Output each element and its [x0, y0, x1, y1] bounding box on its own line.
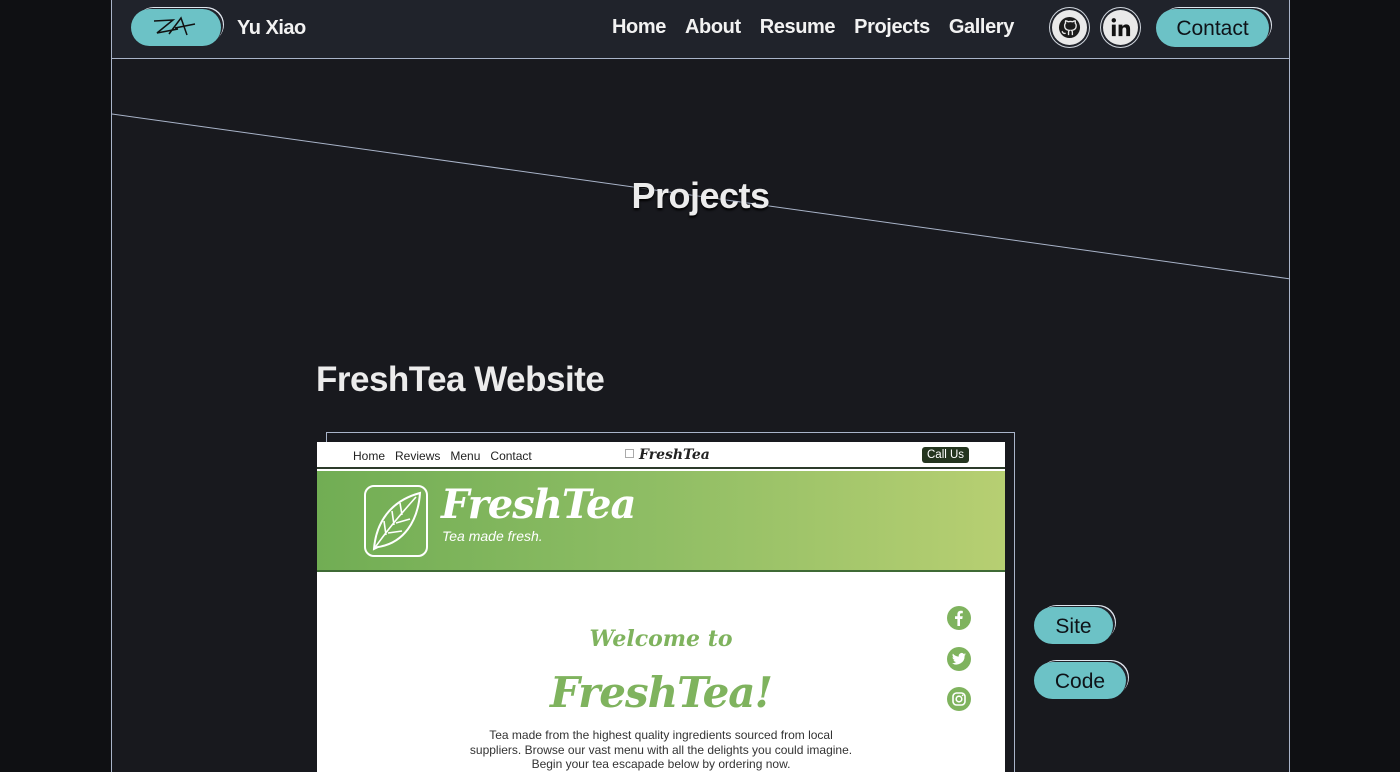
preview-welcome: Welcome to	[589, 626, 733, 652]
page-title: Projects	[631, 175, 770, 216]
nav-about[interactable]: About	[685, 16, 741, 39]
project-preview-image: Home Reviews Menu Contact FreshTea Call …	[317, 442, 1005, 772]
preview-body-line: suppliers. Browse our vast menu with all…	[469, 742, 853, 757]
preview-banner: FreshTea Tea made fresh.	[317, 471, 1005, 572]
preview-welcome-brand: FreshTea!	[550, 668, 773, 717]
preview-navbar: Home Reviews Menu Contact FreshTea Call …	[317, 442, 1005, 469]
preview-nav-brand: FreshTea	[625, 447, 710, 463]
preview-instagram	[947, 687, 971, 711]
preview-nav-menu: Menu	[450, 449, 481, 463]
nav-projects[interactable]: Projects	[854, 16, 930, 39]
github-link[interactable]	[1052, 10, 1087, 45]
project-title: FreshTea Website	[316, 360, 605, 399]
preview-nav-home: Home	[353, 449, 386, 463]
twitter-icon	[952, 653, 966, 665]
page-frame: Yu Xiao Home About Resume Projects Galle…	[111, 0, 1290, 772]
preview-body-line: Tea made from the highest quality ingred…	[489, 728, 833, 742]
preview-body-text: Tea made from the highest quality ingred…	[457, 728, 865, 772]
broken-image-icon	[625, 449, 634, 458]
logo-button[interactable]	[131, 9, 221, 46]
preview-nav-contact: Contact	[490, 449, 532, 463]
github-icon	[1058, 16, 1081, 39]
preview-twitter	[947, 647, 971, 671]
preview-body-line: Begin your tea escapade below by orderin…	[531, 757, 791, 771]
preview-call-button: Call Us	[922, 447, 970, 463]
site-header: Yu Xiao Home About Resume Projects Galle…	[112, 0, 1289, 59]
preview-nav-reviews: Reviews	[395, 449, 441, 463]
nav-home[interactable]: Home	[612, 16, 666, 39]
brand-name[interactable]: Yu Xiao	[237, 17, 306, 40]
preview-nav-brand-text: FreshTea	[639, 447, 710, 463]
site-button[interactable]: Site	[1034, 607, 1113, 644]
code-button[interactable]: Code	[1034, 662, 1126, 699]
leaf-logo-icon	[364, 485, 428, 557]
preview-banner-title: FreshTea	[441, 481, 636, 528]
linkedin-link[interactable]	[1103, 10, 1138, 45]
nav-gallery[interactable]: Gallery	[949, 16, 1014, 39]
instagram-icon	[952, 692, 966, 706]
preview-banner-tagline: Tea made fresh.	[442, 528, 543, 544]
facebook-icon	[955, 610, 963, 626]
main-nav: Home About Resume Projects Gallery	[612, 16, 1014, 39]
nav-resume[interactable]: Resume	[760, 16, 836, 39]
preview-facebook	[947, 606, 971, 630]
linkedin-icon	[1111, 18, 1131, 37]
signature-logo-icon	[153, 16, 196, 36]
contact-button[interactable]: Contact	[1156, 9, 1269, 47]
